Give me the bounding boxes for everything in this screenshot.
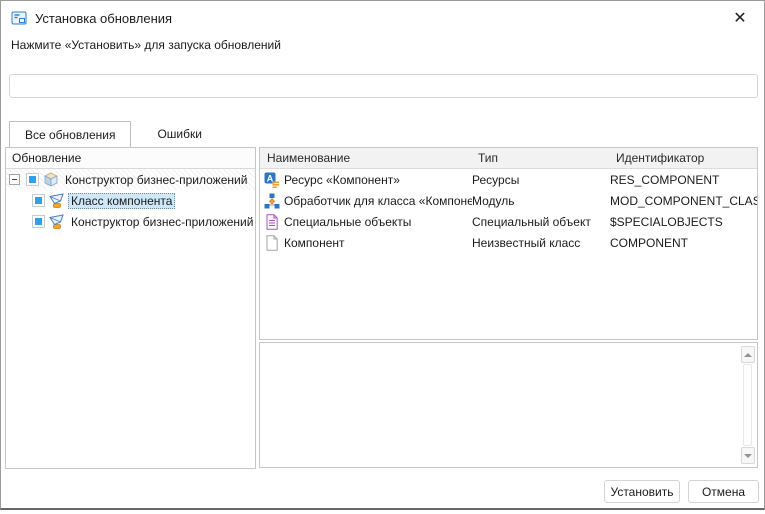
item-type: Ресурсы [472,173,610,187]
updates-tree-panel: Обновление Конструктор бизнес-приложений… [5,147,256,469]
item-name: Компонент [284,236,345,250]
class-icon [49,214,65,230]
tree-column-header[interactable]: Обновление [6,148,255,169]
tab-errors-label: Ошибки [157,127,202,141]
tree-item-label[interactable]: Конструктор бизнес-приложений [68,214,256,230]
tree-row-root[interactable]: Конструктор бизнес-приложений [6,169,255,190]
scroll-down-icon[interactable] [741,447,755,464]
item-name: Обработчик для класса «Компонент [284,194,472,208]
child-checkbox[interactable] [32,215,45,228]
item-name: Специальные объекты [284,215,411,229]
special-object-icon [264,214,280,230]
tab-errors[interactable]: Ошибки [131,121,228,147]
column-header-id[interactable]: Идентификатор [610,151,757,165]
scroll-up-icon[interactable] [741,346,755,363]
table-row[interactable]: A Ресурс «Компонент» Ресурсы RES_COMPONE… [260,169,757,190]
update-items-grid: Наименование Тип Идентификатор A Ресурс … [259,147,758,340]
close-icon[interactable]: ✕ [728,6,752,30]
table-row[interactable]: Специальные объекты Специальный объект $… [260,211,757,232]
tree-row-component-class[interactable]: Класс компонента [6,190,255,211]
tree-row-constructor[interactable]: Конструктор бизнес-приложений [6,211,255,232]
tree-item-label[interactable]: Конструктор бизнес-приложений [62,172,250,188]
table-row[interactable]: Обработчик для класса «Компонент Модуль … [260,190,757,211]
item-type: Специальный объект [472,215,610,229]
item-id: COMPONENT [610,236,757,250]
column-header-name[interactable]: Наименование [260,151,472,165]
class-icon [49,193,65,209]
child-checkbox[interactable] [32,194,45,207]
tab-all-updates-label: Все обновления [25,128,115,142]
resource-icon: A [264,172,280,188]
item-id: MOD_COMPONENT_CLASS_ [610,194,757,208]
instruction-label: Нажмите «Установить» для запуска обновле… [11,38,281,52]
details-memo[interactable] [259,342,758,468]
item-name: Ресурс «Компонент» [284,173,400,187]
tab-all-updates[interactable]: Все обновления [9,121,131,147]
grid-header: Наименование Тип Идентификатор [260,148,757,169]
package-cube-icon [43,172,59,188]
module-icon [264,193,280,209]
collapse-icon[interactable] [9,174,20,185]
column-header-type[interactable]: Тип [472,151,610,165]
item-type: Модуль [472,194,610,208]
update-install-dialog: Установка обновления ✕ Нажмите «Установи… [0,0,765,510]
tree-item-label-selected[interactable]: Класс компонента [68,193,175,209]
memo-scrollbar [739,344,756,466]
scroll-track[interactable] [743,364,752,446]
tab-strip: Все обновления Ошибки [9,121,228,147]
progress-bar [9,74,758,98]
table-row[interactable]: Компонент Неизвестный класс COMPONENT [260,232,757,253]
item-id: $SPECIALOBJECTS [610,215,757,229]
form-window-icon [11,10,27,26]
dialog-title: Установка обновления [35,11,172,26]
item-type: Неизвестный класс [472,236,610,250]
install-button[interactable]: Установить [604,480,680,503]
cancel-button[interactable]: Отмена [688,480,759,503]
unknown-class-icon [264,235,280,251]
title-bar: Установка обновления ✕ [11,8,756,28]
item-id: RES_COMPONENT [610,173,757,187]
root-checkbox[interactable] [26,173,39,186]
